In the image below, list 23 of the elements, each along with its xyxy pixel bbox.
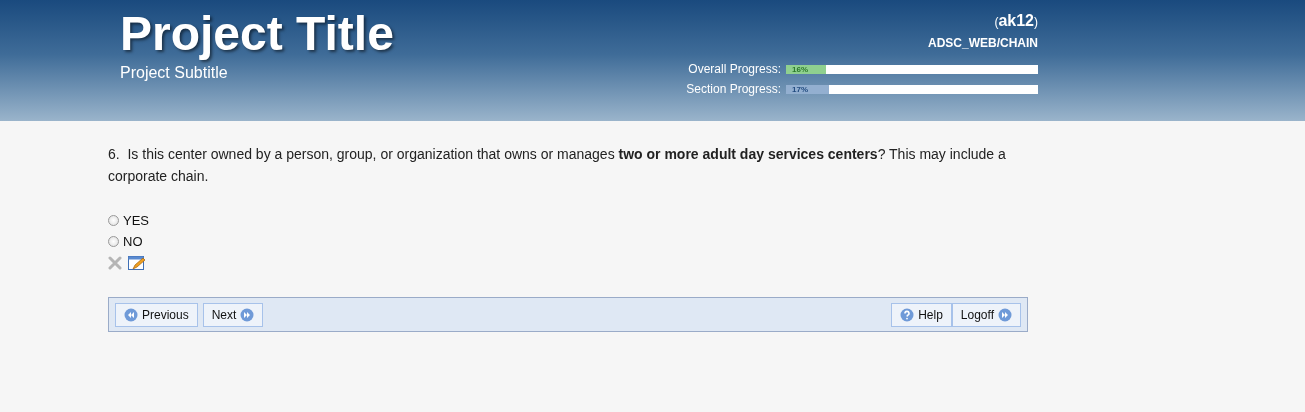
question-text: 6. Is this center owned by a person, group, or organization that owns or manages two or more adult day services centers? This may include a corporate chain. <box>108 145 1007 186</box>
progress-reading: 17% <box>792 83 808 95</box>
survey-path: ADSC_WEB/CHAIN <box>928 36 1038 50</box>
option-label: YES <box>123 213 149 228</box>
progress-reading: 16% <box>792 63 808 75</box>
user-id: (ak12) <box>994 12 1038 30</box>
option-label: NO <box>123 234 143 249</box>
project-subtitle: Project Subtitle <box>120 64 229 82</box>
progress-label: Overall Progress: <box>688 62 781 76</box>
clear-icon[interactable] <box>108 256 122 270</box>
fast-forward-icon <box>998 307 1012 322</box>
help-icon <box>900 307 915 322</box>
rewind-icon <box>124 307 138 322</box>
nav-button[interactable]: Next <box>202 302 264 327</box>
nav-button[interactable]: Help <box>891 302 952 327</box>
radio-button[interactable] <box>108 215 119 226</box>
project-title: Project Title <box>120 6 394 62</box>
nav-button[interactable]: Logoff <box>951 302 1021 327</box>
progress-label: Section Progress: <box>686 82 781 96</box>
radio-button[interactable] <box>108 236 119 247</box>
nav-button[interactable]: Previous <box>115 302 198 327</box>
fast-forward-icon <box>240 307 255 322</box>
edit-note-icon[interactable] <box>128 255 146 271</box>
